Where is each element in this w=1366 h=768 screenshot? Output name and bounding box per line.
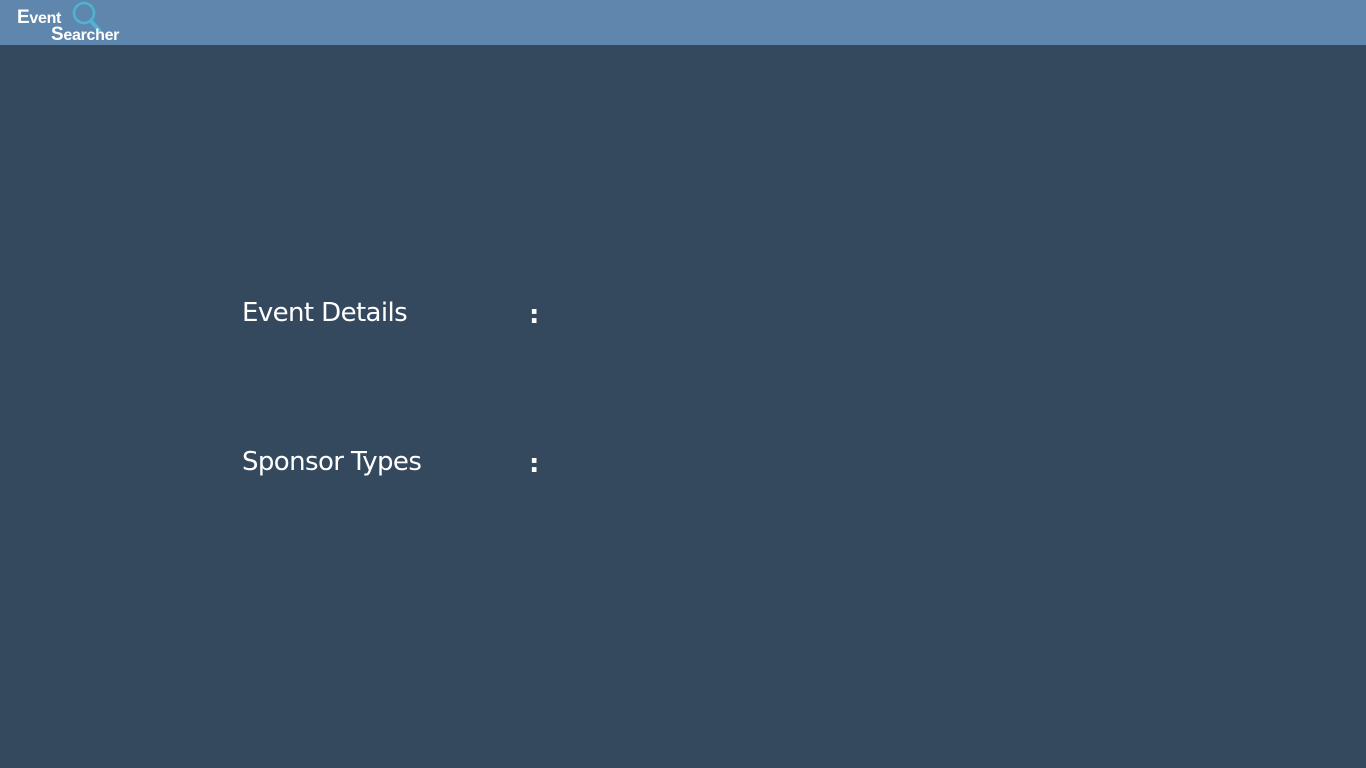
- sponsor-types-separator: :: [529, 449, 539, 479]
- event-details-separator: :: [529, 300, 539, 330]
- main-content: Event Details : Sponsor Types :: [0, 45, 1366, 768]
- sponsor-types-label: Sponsor Types: [242, 447, 422, 477]
- top-bar: Event Searcher: [0, 0, 1366, 45]
- event-details-label: Event Details: [242, 298, 408, 328]
- event-searcher-logo[interactable]: Event Searcher: [14, 0, 144, 45]
- logo-word-searcher: Searcher: [51, 24, 120, 45]
